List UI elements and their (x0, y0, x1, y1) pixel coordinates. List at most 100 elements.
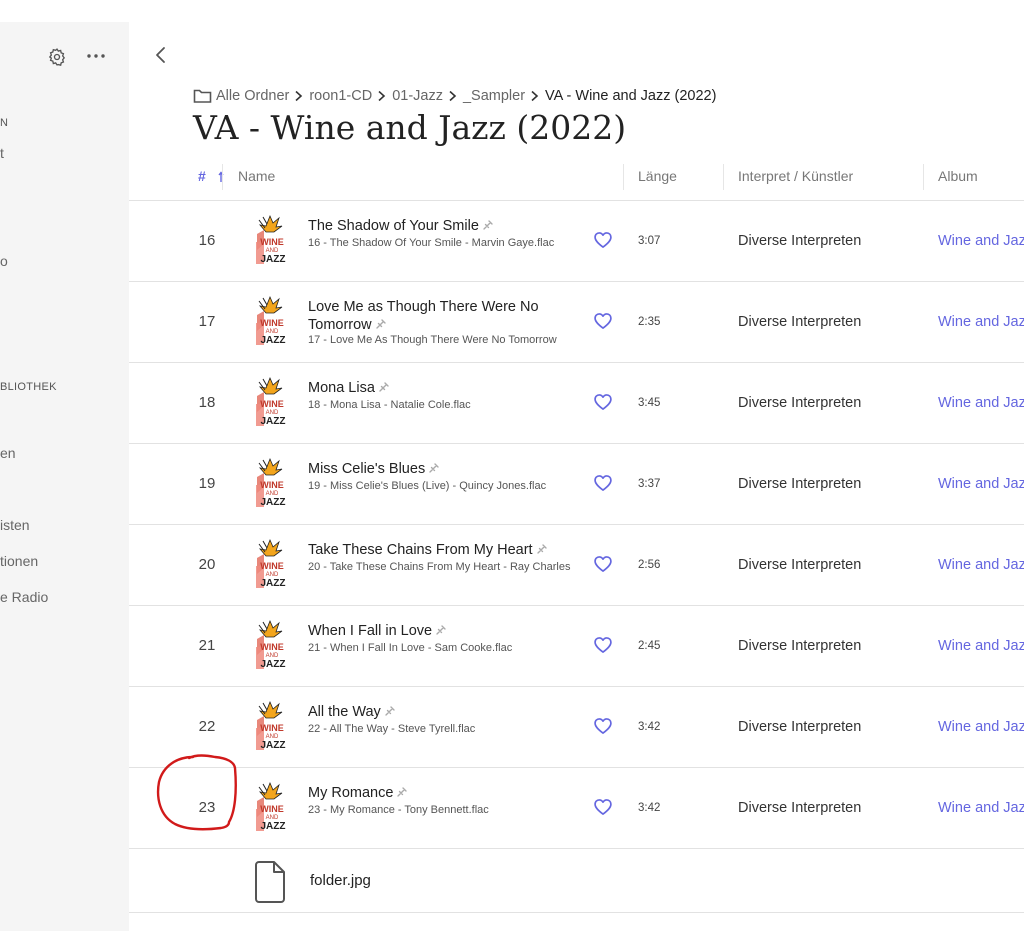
track-artist[interactable]: Diverse Interpreten (738, 233, 861, 249)
svg-text:JAZZ: JAZZ (261, 578, 286, 589)
track-title[interactable]: When I Fall in Love (308, 622, 446, 640)
svg-text:WINE: WINE (260, 561, 284, 571)
track-title-text[interactable]: My Romance (308, 785, 393, 801)
sidebar-item[interactable]: t (0, 145, 4, 161)
column-header-artist[interactable]: Interpret / Künstler (738, 168, 853, 184)
track-row[interactable]: 17 WINE AND JAZZ Love Me as Though There Wer… (129, 282, 1024, 363)
track-number: 16 (198, 232, 216, 249)
track-artist[interactable]: Diverse Interpreten (738, 638, 861, 654)
track-artist[interactable]: Diverse Interpreten (738, 557, 861, 573)
track-filename: 22 - All The Way - Steve Tyrell.flac (308, 723, 476, 735)
favorite-heart-icon[interactable] (593, 716, 613, 736)
svg-text:WINE: WINE (260, 318, 284, 328)
track-album-link[interactable]: Wine and Jazz (938, 476, 1024, 492)
track-album-link[interactable]: Wine and Jazz (938, 557, 1024, 573)
breadcrumb-item[interactable]: roon1-CD (309, 88, 372, 104)
favorite-heart-icon[interactable] (593, 230, 613, 250)
track-filename: 17 - Love Me As Though There Were No Tom… (308, 334, 557, 346)
track-title-text[interactable]: When I Fall in Love (308, 623, 432, 639)
track-album-link[interactable]: Wine and Jazz (938, 800, 1024, 816)
more-options-icon[interactable] (86, 46, 106, 71)
chevron-right-icon (530, 90, 539, 102)
favorite-heart-icon[interactable] (593, 392, 613, 412)
sidebar-section-heading: N (0, 117, 9, 129)
column-header-album[interactable]: Album (938, 168, 978, 184)
track-number: 22 (198, 718, 216, 735)
track-title[interactable]: Love Me as Though There Were No Tomorrow (308, 298, 578, 334)
track-title[interactable]: The Shadow of Your Smile (308, 217, 493, 235)
pin-icon (483, 217, 493, 235)
track-artist[interactable]: Diverse Interpreten (738, 800, 861, 816)
favorite-heart-icon[interactable] (593, 473, 613, 493)
svg-text:JAZZ: JAZZ (261, 821, 286, 832)
favorite-heart-icon[interactable] (593, 635, 613, 655)
track-title[interactable]: Take These Chains From My Heart (308, 541, 547, 559)
file-icon (253, 861, 287, 908)
chevron-right-icon (448, 90, 457, 102)
track-row[interactable]: 22 WINE AND JAZZ All the Way 22 - All The Way… (129, 687, 1024, 768)
sort-indicator-icon (218, 170, 224, 188)
file-row[interactable]: folder.jpg (129, 841, 1024, 912)
svg-text:WINE: WINE (260, 804, 284, 814)
track-length: 2:35 (638, 316, 661, 328)
track-title-text[interactable]: Mona Lisa (308, 380, 375, 396)
sidebar-item[interactable]: e Radio (0, 589, 48, 605)
favorite-heart-icon[interactable] (593, 554, 613, 574)
chevron-right-icon (294, 90, 303, 102)
track-row[interactable]: 16 WINE AND JAZZ The Shadow of Your Smile 16 … (129, 201, 1024, 282)
svg-text:JAZZ: JAZZ (261, 335, 286, 346)
track-length: 3:07 (638, 235, 661, 247)
sidebar-item[interactable]: tionen (0, 553, 38, 569)
album-art-thumbnail: WINE AND JAZZ (253, 376, 287, 428)
track-title-text[interactable]: Take These Chains From My Heart (308, 542, 533, 558)
track-title[interactable]: All the Way (308, 703, 395, 721)
settings-gear-icon[interactable] (47, 47, 67, 72)
track-artist[interactable]: Diverse Interpreten (738, 314, 861, 330)
track-title[interactable]: My Romance (308, 784, 408, 802)
track-row[interactable]: 18 WINE AND JAZZ Mona Lisa 18 - Mona Lisa - N… (129, 363, 1024, 444)
track-album-link[interactable]: Wine and Jazz (938, 638, 1024, 654)
album-art-thumbnail: WINE AND JAZZ (253, 619, 287, 671)
track-title[interactable]: Miss Celie's Blues (308, 460, 439, 478)
breadcrumb-item[interactable]: 01-Jazz (392, 88, 443, 104)
track-title-text[interactable]: All the Way (308, 704, 381, 720)
favorite-heart-icon[interactable] (593, 797, 613, 817)
file-name: folder.jpg (310, 872, 371, 889)
pin-icon (429, 460, 439, 478)
folder-icon (193, 88, 212, 104)
track-title-text[interactable]: The Shadow of Your Smile (308, 218, 479, 234)
svg-text:WINE: WINE (260, 723, 284, 733)
track-number: 19 (198, 475, 216, 492)
track-length: 2:45 (638, 640, 661, 652)
sidebar-item[interactable]: en (0, 445, 16, 461)
sidebar-item[interactable]: isten (0, 517, 30, 533)
breadcrumb-item[interactable]: _Sampler (463, 88, 525, 104)
track-album-link[interactable]: Wine and Jazz (938, 395, 1024, 411)
breadcrumb-item[interactable]: Alle Ordner (216, 88, 289, 104)
track-number: 21 (198, 637, 216, 654)
track-row[interactable]: 21 WINE AND JAZZ When I Fall in Love 21 - Whe… (129, 606, 1024, 687)
track-title-text[interactable]: Miss Celie's Blues (308, 461, 425, 477)
track-album-link[interactable]: Wine and Jazz (938, 314, 1024, 330)
track-number: 17 (198, 313, 216, 330)
track-title[interactable]: Mona Lisa (308, 379, 389, 397)
track-length: 3:45 (638, 397, 661, 409)
track-length: 3:37 (638, 478, 661, 490)
track-album-link[interactable]: Wine and Jazz (938, 719, 1024, 735)
column-header-length[interactable]: Länge (638, 168, 677, 184)
track-artist[interactable]: Diverse Interpreten (738, 476, 861, 492)
track-row[interactable]: 19 WINE AND JAZZ Miss Celie's Blues 19 - Miss… (129, 444, 1024, 525)
track-title-text[interactable]: Love Me as Though There Were No Tomorrow (308, 299, 539, 333)
column-header-name[interactable]: Name (238, 168, 275, 184)
track-filename: 20 - Take These Chains From My Heart - R… (308, 561, 571, 573)
track-artist[interactable]: Diverse Interpreten (738, 719, 861, 735)
favorite-heart-icon[interactable] (593, 311, 613, 331)
track-row[interactable]: 20 WINE AND JAZZ Take These Chains From My H… (129, 525, 1024, 606)
track-album-link[interactable]: Wine and Jazz (938, 233, 1024, 249)
sidebar-item[interactable]: o (0, 253, 8, 269)
column-header-number[interactable]: # (198, 168, 206, 184)
breadcrumb-current: VA - Wine and Jazz (2022) (545, 88, 717, 104)
back-chevron-icon[interactable] (150, 44, 172, 66)
track-artist[interactable]: Diverse Interpreten (738, 395, 861, 411)
track-row[interactable]: 23 WINE AND JAZZ My Romance 23 - My Romance -… (129, 768, 1024, 849)
